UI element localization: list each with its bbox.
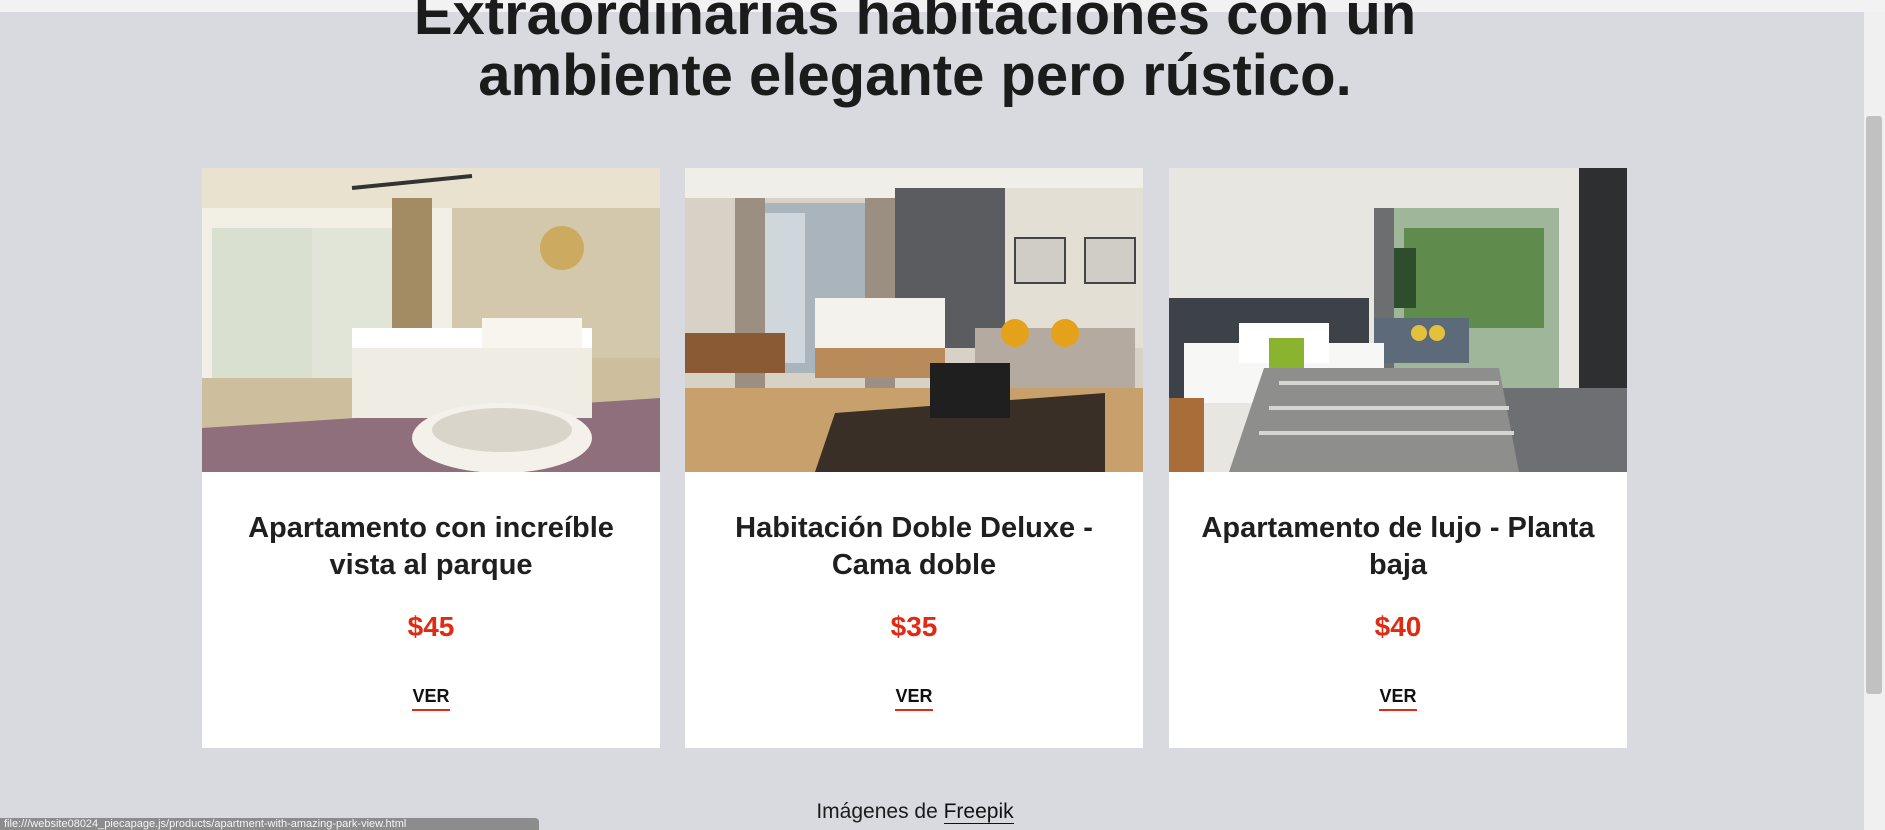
room-price: $35 <box>890 611 938 642</box>
room-title: Apartamento de lujo - Planta baja <box>1201 512 1595 581</box>
browser-status-url: file:///website08024_piecapage.js/produc… <box>0 818 539 830</box>
view-room-link[interactable]: VER <box>412 686 450 711</box>
room-card: Apartamento con increíble vista al parqu… <box>202 168 660 748</box>
room-card: Habitación Doble Deluxe - Cama doble $35… <box>685 168 1143 748</box>
room-photo[interactable] <box>685 168 1143 472</box>
section-heading-line-2: ambiente elegante pero rústico. <box>478 43 1352 108</box>
view-room-link[interactable]: VER <box>1379 686 1417 711</box>
room-price: $40 <box>1374 611 1422 642</box>
room-photo[interactable] <box>1169 168 1627 472</box>
section-heading-line-1: Extraordinarias habitaciones con un <box>413 0 1417 47</box>
room-photo[interactable] <box>202 168 660 472</box>
room-price: $45 <box>407 611 455 642</box>
room-title: Habitación Doble Deluxe - Cama doble <box>735 512 1093 581</box>
scrollbar-thumb[interactable] <box>1866 116 1882 694</box>
room-card: Apartamento de lujo - Planta baja $40 VE… <box>1169 168 1627 748</box>
credit-prefix: Imágenes de <box>816 800 938 823</box>
freepik-link[interactable]: Freepik <box>943 800 1014 824</box>
view-room-link[interactable]: VER <box>895 686 933 711</box>
room-title: Apartamento con increíble vista al parqu… <box>248 512 614 581</box>
